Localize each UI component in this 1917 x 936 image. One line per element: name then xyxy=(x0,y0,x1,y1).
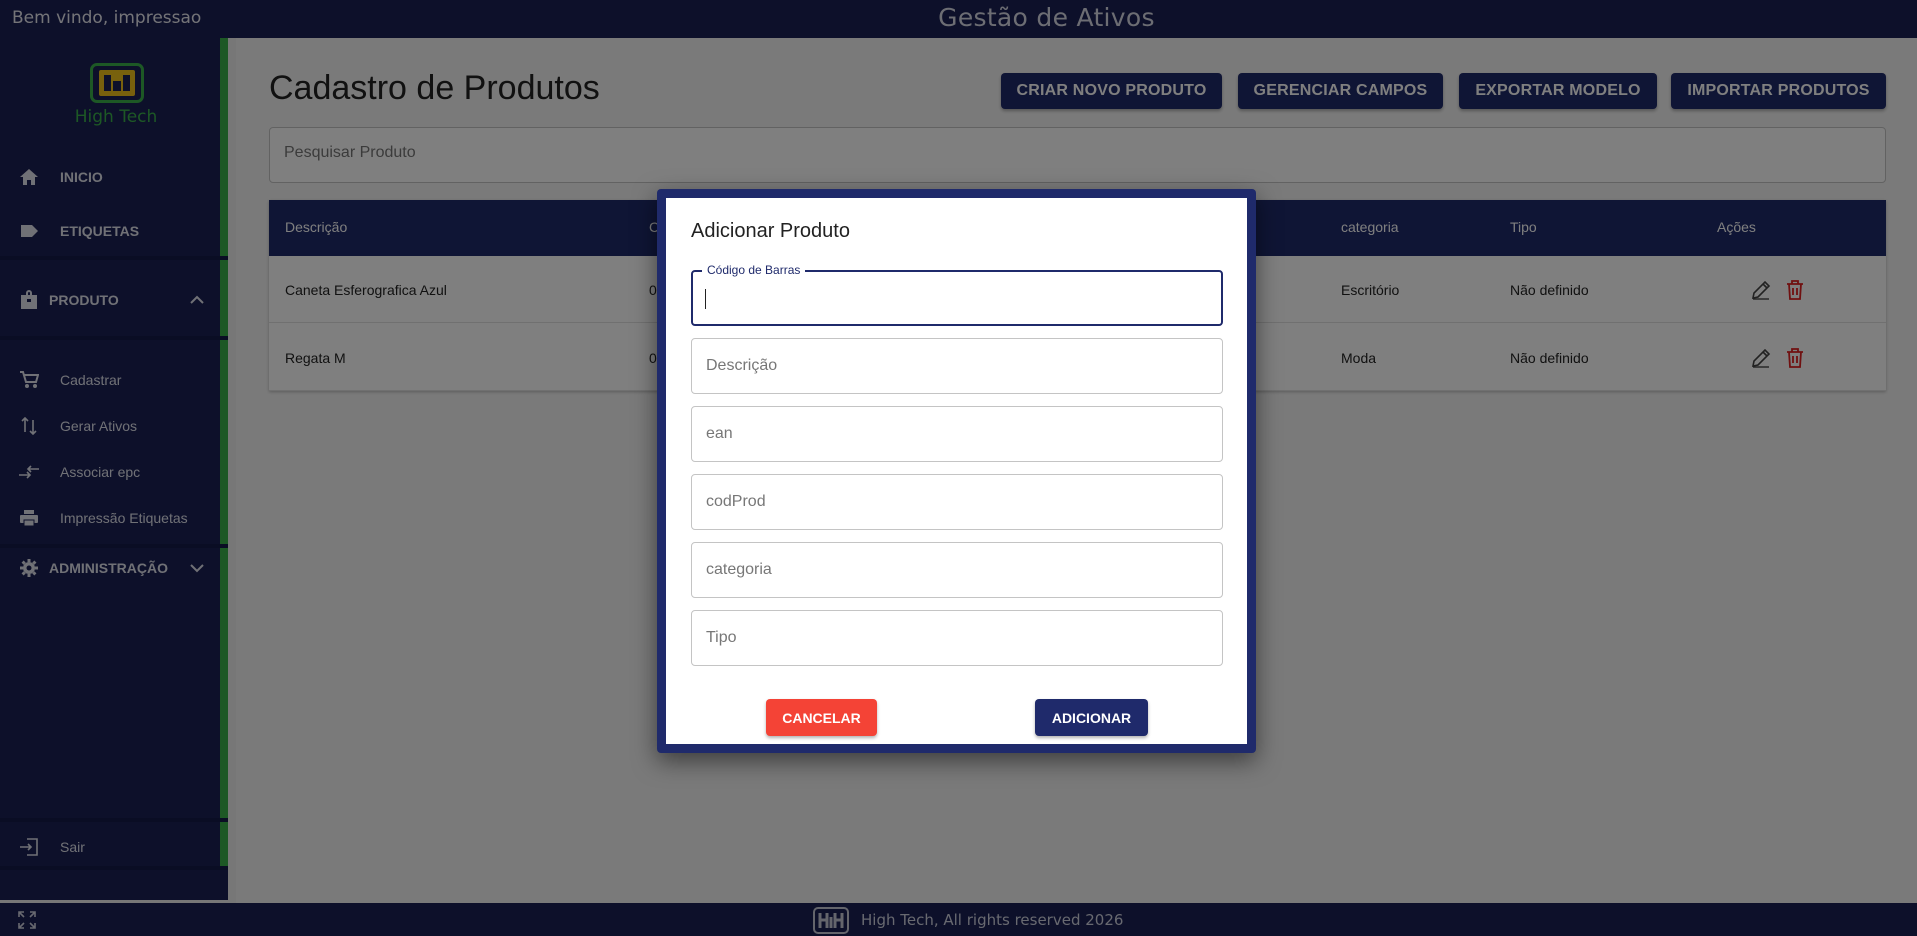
ean-field[interactable]: ean xyxy=(691,406,1223,462)
descricao-field[interactable]: Descrição xyxy=(691,338,1223,394)
descricao-placeholder: Descrição xyxy=(706,357,778,374)
tipo-field[interactable]: Tipo xyxy=(691,610,1223,666)
codprod-field[interactable]: codProd xyxy=(691,474,1223,530)
categoria-field[interactable]: categoria xyxy=(691,542,1223,598)
dialog-title: Adicionar Produto xyxy=(691,220,850,242)
cancel-button[interactable]: CANCELAR xyxy=(766,699,877,736)
tipo-placeholder: Tipo xyxy=(706,629,737,646)
barcode-field[interactable]: Código de Barras xyxy=(691,263,1223,326)
add-product-dialog: Adicionar Produto Código de Barras Descr… xyxy=(657,189,1256,753)
categoria-placeholder: categoria xyxy=(706,561,772,578)
barcode-field-label: Código de Barras xyxy=(702,263,806,277)
text-cursor xyxy=(705,289,706,309)
dialog-content: Adicionar Produto Código de Barras Descr… xyxy=(666,198,1247,744)
ean-placeholder: ean xyxy=(706,425,733,442)
add-button[interactable]: ADICIONAR xyxy=(1035,699,1148,736)
codprod-placeholder: codProd xyxy=(706,493,766,510)
